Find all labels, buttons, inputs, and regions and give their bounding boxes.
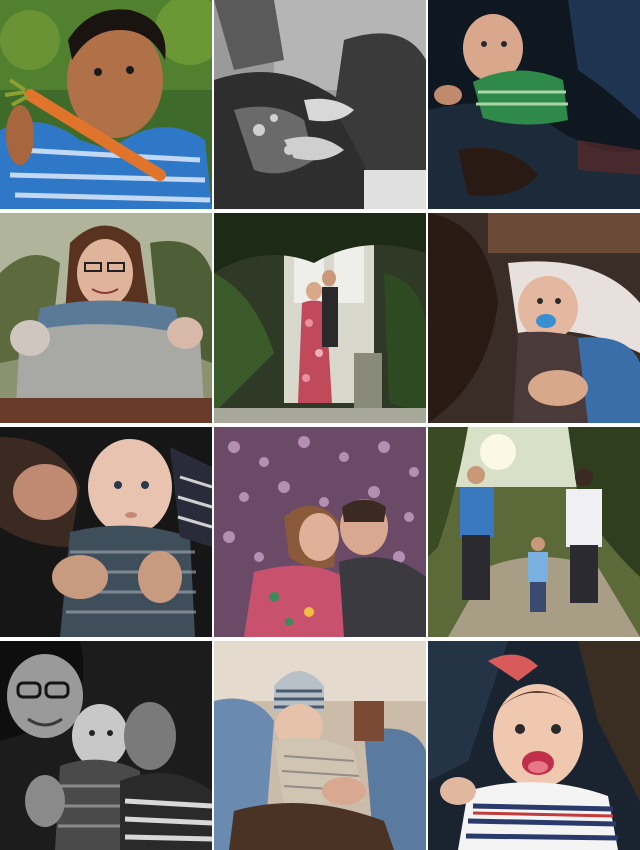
photo-laughing-baby <box>428 641 640 850</box>
photo-tile-family-walking-path[interactable] <box>428 427 640 637</box>
photo-tile-laughing-baby[interactable] <box>428 641 640 850</box>
photo-tile-baby-with-pacifier[interactable] <box>428 213 640 423</box>
photo-baby-with-pacifier <box>428 213 640 423</box>
photo-tile-couple-in-doorway[interactable] <box>214 213 426 423</box>
photo-boy-eating-carrot <box>0 0 212 209</box>
photo-mother-with-twins <box>0 213 212 423</box>
photo-baby-green-shirt <box>428 0 640 209</box>
photo-parent-kissing-baby <box>0 427 212 637</box>
photo-tile-boy-eating-carrot[interactable] <box>0 0 212 209</box>
photo-grid <box>0 0 640 850</box>
photo-tile-couple-kissing-flowers[interactable] <box>214 427 426 637</box>
photo-tile-family-with-baby-bw[interactable] <box>0 641 212 850</box>
photo-couple-kissing-flowers <box>214 427 426 637</box>
photo-family-with-baby-bw <box>0 641 212 850</box>
photo-tile-baby-green-shirt[interactable] <box>428 0 640 209</box>
photo-tile-pregnant-couple-bw[interactable] <box>214 0 426 209</box>
photo-couple-in-doorway <box>214 213 426 423</box>
photo-tile-mother-with-twins[interactable] <box>0 213 212 423</box>
photo-tile-baby-in-striped-hat[interactable] <box>214 641 426 850</box>
photo-baby-in-striped-hat <box>214 641 426 850</box>
photo-pregnant-couple-bw <box>214 0 426 209</box>
photo-family-walking-path <box>428 427 640 637</box>
photo-tile-parent-kissing-baby[interactable] <box>0 427 212 637</box>
